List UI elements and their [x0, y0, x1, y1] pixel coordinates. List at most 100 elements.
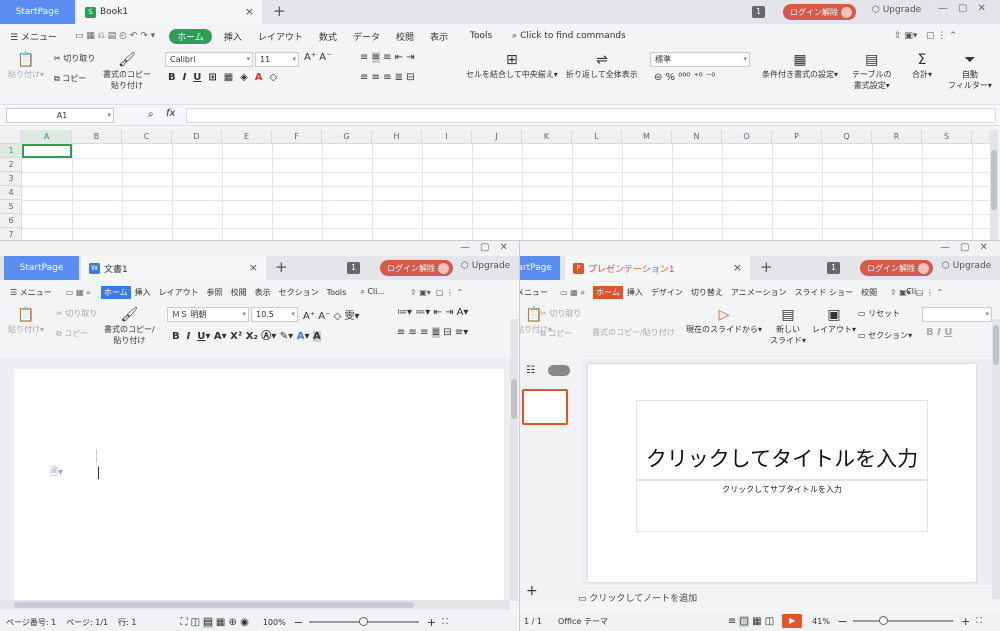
auto-filter-button[interactable]: ⏷ 自動 フィルター▾	[948, 52, 992, 91]
upgrade-button[interactable]: ⬡ Upgrade	[942, 261, 991, 271]
copy-button[interactable]: ⧉ コピー	[540, 328, 572, 339]
merge-center-button[interactable]: ⊞ セルを結合して中央揃え▾	[466, 52, 558, 80]
layout-button[interactable]: ▣ レイアウト▾	[812, 307, 856, 335]
column-header[interactable]: I	[422, 130, 472, 144]
tab-layout[interactable]: レイアウト	[155, 287, 203, 298]
menu-icon[interactable]: ☰ メニュー	[6, 287, 56, 298]
tab-insert[interactable]: 挿入	[220, 30, 246, 43]
column-header[interactable]: A	[22, 130, 72, 144]
row-header[interactable]: 1	[0, 144, 22, 158]
document-page[interactable]: 🗎▾	[14, 369, 504, 609]
tab-review[interactable]: 校閲	[227, 287, 251, 298]
column-header[interactable]: F	[272, 130, 322, 144]
sheet-vertical-scrollbar[interactable]	[990, 130, 998, 240]
tab-formulas[interactable]: 数式	[315, 30, 341, 43]
column-header[interactable]: C	[122, 130, 172, 144]
window-controls[interactable]: —▢✕	[940, 242, 998, 253]
zoom-in-icon[interactable]: +	[427, 616, 436, 629]
number-format-icons[interactable]: ⊜ % ⁰⁰⁰ ⁺⁰ ⁻⁰	[654, 72, 715, 83]
fit-icon[interactable]: ⛶	[976, 616, 982, 626]
align-icons[interactable]: ≡ ≡ ≡ ⇤ ⇥	[360, 52, 415, 63]
window-controls[interactable]: —▢✕	[938, 3, 996, 14]
zoom-out-icon[interactable]: −	[294, 616, 303, 629]
align-icons-2[interactable]: ≡ ≡ ≡ ≣ ⊟	[360, 72, 415, 83]
number-format-select[interactable]: 標準	[650, 52, 750, 67]
column-header[interactable]: L	[572, 130, 622, 144]
scroll-thumb[interactable]	[991, 150, 997, 210]
tab-animations[interactable]: アニメーション	[727, 287, 791, 298]
column-header[interactable]: N	[672, 130, 722, 144]
zoom-icon[interactable]: ⌕	[148, 109, 154, 120]
sheet-grid[interactable]: ABCDEFGHIJKLMNOPQRS 1234567	[0, 130, 990, 240]
tab-layout[interactable]: レイアウト	[254, 30, 307, 43]
conditional-format-button[interactable]: ▦ 条件付き書式の設定▾	[762, 52, 838, 80]
fit-icon[interactable]: ⛶	[442, 617, 448, 627]
scroll-thumb[interactable]	[993, 325, 999, 365]
quick-tools-icon[interactable]: ▭ ▦ »	[556, 288, 589, 297]
zoom-slider[interactable]	[853, 616, 954, 625]
zoom-thumb[interactable]	[358, 617, 368, 626]
column-header[interactable]: B	[72, 130, 122, 144]
column-header[interactable]: D	[172, 130, 222, 144]
row-header[interactable]: 7	[0, 228, 22, 240]
row-header[interactable]: 4	[0, 186, 22, 200]
tab-view[interactable]: 表示	[251, 287, 275, 298]
zoom-out-icon[interactable]: −	[838, 615, 847, 628]
align-icons[interactable]: ≡ ≡ ≡ ≣ ⊟ ≡▾	[397, 327, 468, 338]
upgrade-button[interactable]: ⬡ Upgrade	[872, 5, 921, 15]
column-header[interactable]: K	[522, 130, 572, 144]
slide-view-toggle[interactable]	[548, 365, 570, 376]
tab-references[interactable]: 参照	[203, 287, 227, 298]
new-slide-button[interactable]: ▤ 新しい スライド▾	[770, 307, 806, 346]
close-icon[interactable]: ×	[733, 261, 742, 274]
font-style-icons[interactable]: B I U▾ A▾ X² X₂ Ⓐ▾ ✎▾ A▾ A	[172, 327, 321, 342]
font-size-select[interactable]: 11	[255, 52, 299, 67]
paragraph-icon[interactable]: 🗎▾	[50, 465, 63, 482]
notes-area[interactable]: ▭ クリックしてノートを追加	[578, 591, 992, 609]
view-mode-icons[interactable]: ⛶ ◫ ▤ ▦ ⊕ ◉	[180, 616, 249, 628]
cell-area[interactable]	[22, 144, 990, 240]
tab-section[interactable]: セクション	[275, 287, 323, 298]
quick-tools-icon[interactable]: ▭ ▦ »	[62, 288, 95, 297]
column-header[interactable]: P	[772, 130, 822, 144]
add-slide-icon[interactable]: +	[526, 583, 538, 599]
tab-slideshow[interactable]: スライド ショー	[791, 287, 858, 298]
command-search[interactable]: ⌕ Click to find commands	[508, 31, 630, 41]
zoom-level[interactable]: 41%	[812, 617, 830, 626]
copy-button[interactable]: ⧉ コピー	[54, 73, 86, 84]
window-count-badge[interactable]: 1	[827, 262, 840, 274]
font-grow-shrink-icon[interactable]: A⁺ A⁻	[304, 52, 331, 63]
column-header[interactable]: H	[372, 130, 422, 144]
format-painter-button[interactable]: 🖌 書式のコピー/貼り付け	[104, 307, 155, 346]
format-painter-button[interactable]: 書式のコピー/貼り付け	[592, 327, 675, 338]
tab-insert[interactable]: 挿入	[131, 287, 155, 298]
tab-design[interactable]: デザイン	[647, 287, 687, 298]
tab-data[interactable]: データ	[349, 30, 384, 43]
window-count-badge[interactable]: 1	[752, 6, 765, 18]
wrap-text-button[interactable]: ⇌ 折り返して全体表示	[566, 52, 638, 80]
font-style-icons[interactable]: B I U	[926, 327, 952, 338]
zoom-thumb[interactable]	[879, 616, 889, 625]
slide-canvas[interactable]: クリックしてタイトルを入力 クリックしてサブタイトルを入力	[588, 364, 976, 582]
table-style-button[interactable]: ▤ テーブルの 書式設定▾	[852, 52, 892, 91]
close-icon[interactable]: ×	[245, 5, 254, 18]
login-button[interactable]: ログイン解除	[380, 260, 453, 276]
new-tab-plus-icon[interactable]: +	[273, 2, 286, 20]
font-size-select[interactable]: 10.5	[251, 307, 298, 322]
zoom-level[interactable]: 100%	[263, 618, 286, 627]
login-button[interactable]: ログイン解除	[783, 4, 856, 20]
row-header[interactable]: 2	[0, 158, 22, 172]
zoom-in-icon[interactable]: +	[961, 615, 970, 628]
title-placeholder[interactable]: クリックしてタイトルを入力	[636, 400, 928, 480]
row-header[interactable]: 6	[0, 214, 22, 228]
column-header[interactable]: J	[472, 130, 522, 144]
close-icon[interactable]: ×	[249, 261, 258, 274]
column-header[interactable]: G	[322, 130, 372, 144]
share-icon[interactable]: ⇪ ▣▾ ▢ ⋮ ⌃	[890, 31, 961, 41]
slideshow-play-button[interactable]: ▶	[782, 614, 803, 628]
section-button[interactable]: ▭ セクション▾	[858, 330, 912, 341]
tab-home[interactable]: ホーム	[593, 285, 623, 299]
pres-tab-startpage[interactable]: StartPage	[520, 256, 560, 280]
cut-button[interactable]: ✂ 切り取り	[54, 53, 95, 64]
sheet-tab-startpage[interactable]: StartPage	[0, 0, 75, 24]
